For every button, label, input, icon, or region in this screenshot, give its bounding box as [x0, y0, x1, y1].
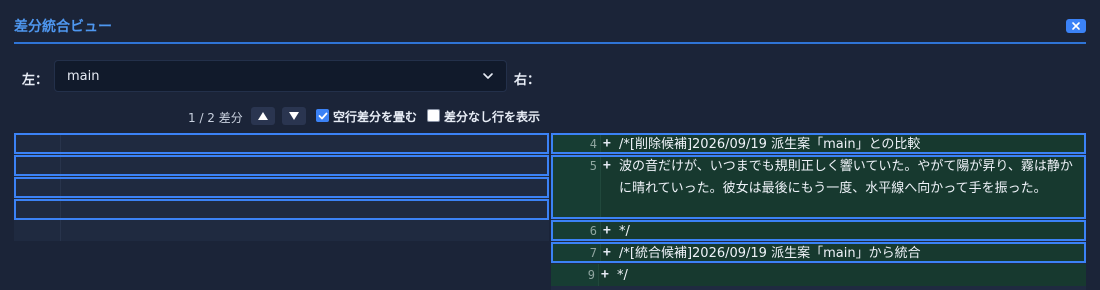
left-branch-select[interactable]: main	[54, 60, 507, 92]
show-same-label[interactable]: 差分なし行を表示	[444, 108, 540, 125]
arrow-down-icon	[289, 112, 299, 120]
show-same-checkbox[interactable]	[427, 109, 440, 122]
diff-counter: 1 / 2 差分	[188, 111, 243, 125]
checkmark-icon	[318, 112, 327, 119]
collapse-blank-checkbox[interactable]	[316, 109, 329, 122]
left-placeholder-row[interactable]	[14, 133, 549, 154]
prev-diff-button[interactable]	[251, 107, 275, 125]
left-placeholder-row[interactable]	[14, 155, 549, 176]
added-marker: +	[603, 223, 611, 238]
chevron-down-icon	[483, 73, 493, 79]
window-title: 差分統合ビュー	[14, 19, 112, 35]
diff-line[interactable]: 6 + */	[551, 220, 1086, 241]
right-label: 右：	[514, 73, 541, 88]
close-icon	[1072, 22, 1080, 30]
line-number: 7	[589, 246, 597, 260]
next-diff-button[interactable]	[282, 107, 306, 125]
line-text: */	[617, 268, 628, 283]
collapse-blank-label[interactable]: 空行差分を畳む	[333, 108, 417, 125]
left-placeholder-row[interactable]	[14, 199, 549, 220]
line-number: 5	[589, 159, 597, 173]
arrow-up-icon	[258, 112, 268, 120]
added-marker: +	[601, 267, 609, 282]
title-divider	[14, 42, 1086, 44]
left-placeholder-row[interactable]	[14, 177, 549, 198]
line-number: 9	[587, 268, 595, 282]
line-text: 波の音だけが、いつまでも規則正しく響いていた。やがて陽が昇り、霧は静かに晴れてい…	[619, 159, 1073, 196]
line-text: */	[619, 224, 630, 239]
diff-line[interactable]: 5 + 波の音だけが、いつまでも規則正しく響いていた。やがて陽が昇り、霧は静かに…	[551, 155, 1086, 219]
close-button[interactable]	[1066, 19, 1086, 33]
added-marker: +	[603, 136, 611, 151]
left-label: 左：	[22, 73, 49, 88]
right-diff-pane: 4 + /*[削除候補]2026/09/19 派生案「main」との比較 5 +…	[551, 133, 1086, 290]
line-text: /*[削除候補]2026/09/19 派生案「main」との比較	[619, 137, 921, 152]
line-number: 4	[589, 137, 597, 151]
title-bar: 差分統合ビュー	[0, 0, 1100, 44]
diff-line[interactable]: 4 + /*[削除候補]2026/09/19 派生案「main」との比較	[551, 133, 1086, 154]
diff-line[interactable]: 7 + /*[統合候補]2026/09/19 派生案「main」から統合	[551, 242, 1086, 263]
added-marker: +	[603, 245, 611, 260]
left-branch-value: main	[67, 68, 100, 84]
line-text: /*[統合候補]2026/09/19 派生案「main」から統合	[619, 246, 921, 261]
line-number: 6	[589, 224, 597, 238]
diff-line[interactable]: 9 + */	[551, 264, 1086, 286]
left-diff-pane	[14, 133, 549, 241]
added-marker: +	[603, 158, 611, 173]
